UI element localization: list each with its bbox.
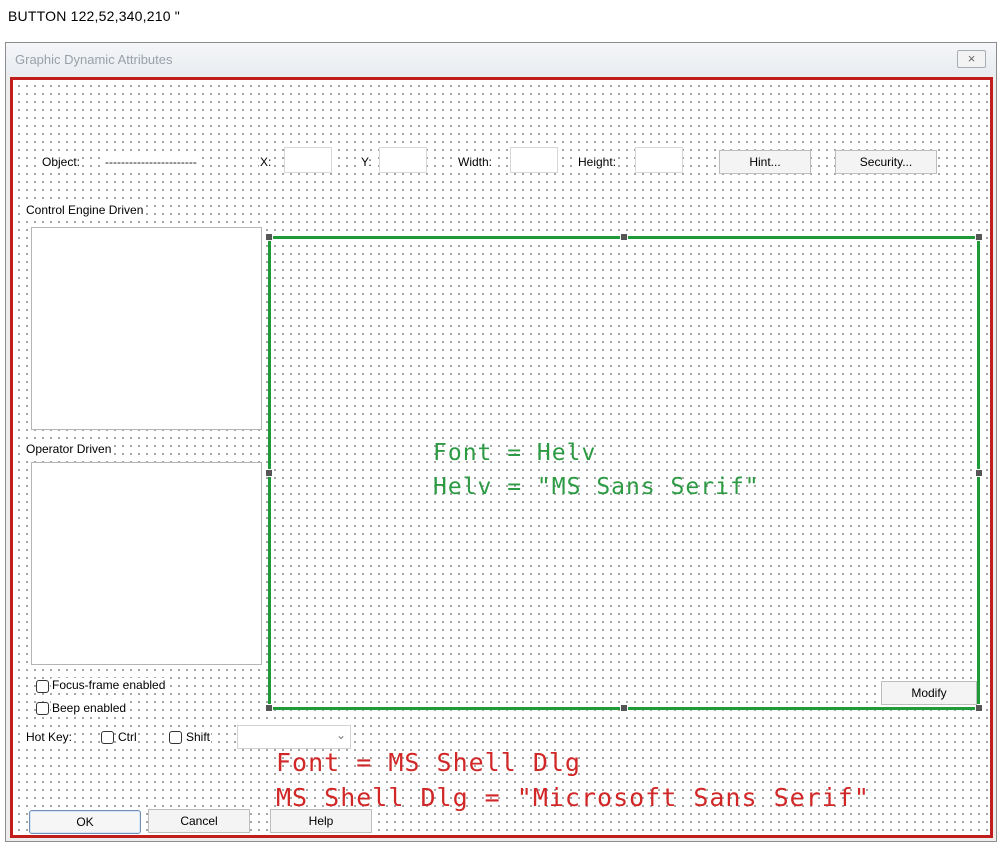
resize-handle-top-center[interactable] [620, 233, 628, 241]
close-icon: × [967, 51, 976, 66]
chevron-down-icon: ⌄ [335, 728, 346, 742]
hint-button[interactable]: Hint... [719, 150, 811, 174]
hotkey-label: Hot Key: [25, 730, 74, 744]
resize-handle-bottom-left[interactable] [265, 704, 273, 712]
resize-handle-top-right[interactable] [975, 233, 983, 241]
x-field[interactable] [284, 147, 332, 173]
resize-handle-top-left[interactable] [265, 233, 273, 241]
hotkey-dropdown[interactable]: ⌄ [237, 725, 351, 749]
ok-button[interactable]: OK [29, 810, 141, 834]
ctrl-checkbox[interactable] [101, 731, 114, 744]
close-button[interactable]: × [957, 50, 986, 68]
security-button[interactable]: Security... [835, 150, 937, 174]
y-field[interactable] [379, 147, 427, 173]
green-annotation-line-2: Helv = "MS Sans Serif" [433, 474, 760, 500]
operator-driven-label: Operator Driven [25, 442, 113, 456]
ctrl-label: Ctrl [117, 730, 138, 744]
height-label: Height: [577, 155, 618, 169]
red-annotation-line-2: MS Shell Dlg = "Microsoft Sans Serif" [276, 783, 870, 812]
focus-frame-checkbox[interactable] [36, 680, 49, 693]
modify-button[interactable]: Modify [881, 681, 977, 705]
object-value: ----------------------- [104, 155, 198, 169]
resize-handle-middle-left[interactable] [265, 469, 273, 477]
dialog-title: Graphic Dynamic Attributes [15, 52, 173, 67]
graphic-dynamic-attributes-dialog: Graphic Dynamic Attributes × Object: ---… [5, 42, 997, 842]
cancel-button[interactable]: Cancel [148, 809, 250, 833]
control-engine-listbox[interactable] [31, 227, 262, 430]
y-label: Y: [360, 155, 373, 169]
shift-checkbox[interactable] [169, 731, 182, 744]
resize-handle-bottom-center[interactable] [620, 704, 628, 712]
object-label: Object: [41, 155, 82, 169]
title-bar: Graphic Dynamic Attributes × [6, 43, 996, 75]
resize-handle-middle-right[interactable] [975, 469, 983, 477]
width-label: Width: [457, 155, 494, 169]
height-field[interactable] [635, 147, 683, 173]
beep-checkbox[interactable] [36, 702, 49, 715]
green-annotation-line-1: Font = Helv [433, 440, 597, 466]
control-engine-label: Control Engine Driven [25, 203, 145, 217]
operator-driven-listbox[interactable] [31, 462, 262, 665]
red-annotation-line-1: Font = MS Shell Dlg [276, 748, 581, 777]
x-label: X: [259, 155, 273, 169]
resize-handle-bottom-right[interactable] [975, 704, 983, 712]
editor-status-line: BUTTON 122,52,340,210 " [8, 8, 180, 24]
shift-label: Shift [185, 730, 212, 744]
dialog-client-area: Object: ----------------------- X: Y: Wi… [10, 77, 993, 838]
focus-frame-label: Focus-frame enabled [51, 678, 167, 692]
graphic-preview-frame[interactable] [268, 236, 980, 710]
width-field[interactable] [510, 147, 558, 173]
help-button[interactable]: Help [270, 809, 372, 833]
beep-label: Beep enabled [51, 701, 128, 715]
